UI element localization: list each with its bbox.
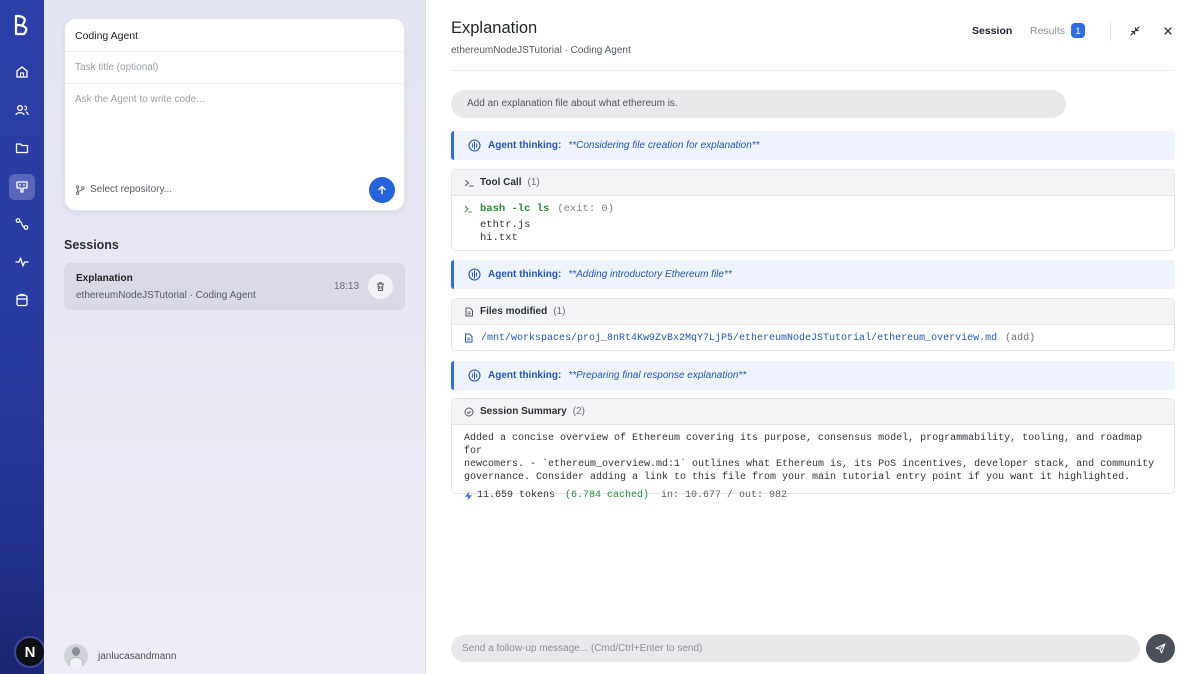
brain-icon — [468, 139, 481, 152]
session-summary-title: Session Summary — [480, 406, 567, 417]
agent-icon[interactable] — [9, 174, 35, 200]
n-badge[interactable]: N — [14, 636, 46, 668]
folder-icon[interactable] — [11, 137, 33, 159]
session-time: 18:13 — [334, 281, 360, 292]
brain-icon — [468, 268, 481, 281]
task-composer: Coding Agent Task title (optional) Ask t… — [64, 18, 405, 211]
token-usage: 11.659 tokens (6.784 cached) in: 10.677 … — [464, 489, 1162, 502]
thinking-text: **Adding introductory Ethereum file** — [568, 269, 732, 280]
sessions-heading: Sessions — [64, 238, 119, 252]
session-summary-count: (2) — [572, 406, 585, 417]
workflow-icon[interactable] — [11, 213, 33, 235]
session-item[interactable]: Explanation ethereumNodeJSTutorial · Cod… — [64, 263, 405, 310]
divider — [65, 51, 404, 52]
trash-icon — [377, 282, 384, 291]
thinking-text: **Preparing final response explanation** — [568, 370, 747, 381]
user-profile[interactable]: janlucasandmann — [64, 644, 176, 668]
summary-line: newcomers. - `ethereum_overview.md:1` ou… — [464, 459, 1155, 470]
tool-call-body: bash -lc ls (exit: 0) ethtr.js hi.txt — [452, 196, 1174, 245]
lightning-icon — [465, 491, 472, 500]
file-icon — [465, 333, 473, 343]
summary-line: Added a concise overview of Ethereum cov… — [464, 433, 1143, 457]
check-circle-icon — [464, 407, 474, 416]
tool-exit-code: (exit: 0) — [557, 203, 615, 215]
left-panel: Coding Agent Task title (optional) Ask t… — [44, 0, 426, 674]
results-count-badge: 1 — [1071, 23, 1085, 38]
thinking-text: **Considering file creation for explanat… — [568, 140, 760, 151]
divider — [1110, 21, 1111, 41]
branch-icon — [75, 184, 85, 195]
agent-selector[interactable]: Coding Agent — [75, 30, 138, 42]
divider — [65, 83, 404, 84]
prompt-input[interactable]: Ask the Agent to write code... — [75, 94, 205, 105]
tool-output-line: ethtr.js — [480, 219, 531, 231]
page-title: Explanation — [451, 19, 538, 37]
tool-call-count: (1) — [527, 177, 540, 188]
terminal-icon — [464, 179, 474, 187]
header-divider — [451, 70, 1175, 71]
tool-command: bash -lc ls — [480, 203, 550, 215]
agent-thinking-block: Agent thinking: **Adding introductory Et… — [451, 260, 1175, 289]
tool-output-line: hi.txt — [480, 232, 518, 244]
activity-icon[interactable] — [11, 251, 33, 273]
agent-thinking-block: Agent thinking: **Preparing final respon… — [451, 361, 1175, 390]
followup-input[interactable]: Send a follow-up message... (Cmd/Ctrl+En… — [451, 635, 1140, 662]
avatar — [64, 644, 88, 668]
file-icon — [465, 307, 473, 316]
files-modified-header[interactable]: Files modified (1) — [452, 299, 1174, 325]
session-summary-card: Session Summary (2) Added a concise over… — [451, 398, 1175, 501]
brand-logo-icon[interactable] — [12, 14, 32, 36]
file-entry[interactable]: /mnt/workspaces/proj_8nRt4Kw9ZvBx2MqY7Lj… — [452, 325, 1174, 351]
token-in-out: in: 10.677 / out: 982 — [661, 490, 788, 501]
session-title: Explanation — [76, 273, 133, 284]
prompt-icon — [464, 205, 472, 213]
arrow-up-icon — [378, 185, 386, 195]
submit-task-button[interactable] — [369, 177, 395, 203]
repository-placeholder: Select repository... — [90, 184, 173, 195]
minimize-icon[interactable] — [1129, 25, 1141, 37]
clipboard-icon[interactable] — [11, 289, 33, 311]
send-followup-button[interactable] — [1146, 634, 1175, 663]
agent-thinking-block: Agent thinking: **Considering file creat… — [451, 131, 1175, 160]
page-subtitle: ethereumNodeJSTutorial · Coding Agent — [451, 45, 631, 56]
tool-call-header[interactable]: Tool Call (1) — [452, 170, 1174, 196]
left-rail: N — [0, 0, 46, 674]
file-path-link[interactable]: /mnt/workspaces/proj_8nRt4Kw9ZvBx2MqY7Lj… — [481, 333, 997, 344]
summary-line: governance. Consider adding a link to th… — [464, 472, 1131, 483]
thinking-label: Agent thinking: — [488, 370, 562, 381]
token-count: 11.659 tokens — [477, 490, 556, 501]
cached-token-count: (6.784 cached) — [565, 490, 650, 501]
session-summary-header[interactable]: Session Summary (2) — [452, 399, 1174, 425]
session-summary-body: Added a concise overview of Ethereum cov… — [452, 425, 1174, 502]
tool-call-title: Tool Call — [480, 177, 522, 188]
files-modified-card: Files modified (1) /mnt/workspaces/proj_… — [451, 298, 1175, 351]
repository-selector[interactable]: Select repository... — [75, 184, 172, 195]
thinking-label: Agent thinking: — [488, 140, 562, 151]
home-icon[interactable] — [11, 61, 33, 83]
session-panel: Explanation ethereumNodeJSTutorial · Cod… — [426, 0, 1200, 674]
brain-icon — [468, 369, 481, 382]
files-modified-count: (1) — [553, 306, 566, 317]
delete-session-button[interactable] — [368, 274, 393, 299]
tab-session[interactable]: Session — [972, 25, 1012, 37]
users-icon[interactable] — [11, 99, 33, 121]
file-action: (add) — [1005, 332, 1036, 344]
files-modified-title: Files modified — [480, 306, 548, 317]
close-icon[interactable] — [1162, 25, 1174, 37]
tool-call-card: Tool Call (1) bash -lc ls (exit: 0) etht… — [451, 169, 1175, 251]
user-message: Add an explanation file about what ether… — [451, 90, 1066, 118]
tab-results[interactable]: Results — [1030, 25, 1065, 37]
session-subtitle: ethereumNodeJSTutorial · Coding Agent — [76, 290, 256, 301]
username: janlucasandmann — [98, 650, 177, 662]
thinking-label: Agent thinking: — [488, 269, 562, 280]
task-title-input[interactable]: Task title (optional) — [75, 62, 158, 73]
send-icon — [1155, 643, 1166, 654]
